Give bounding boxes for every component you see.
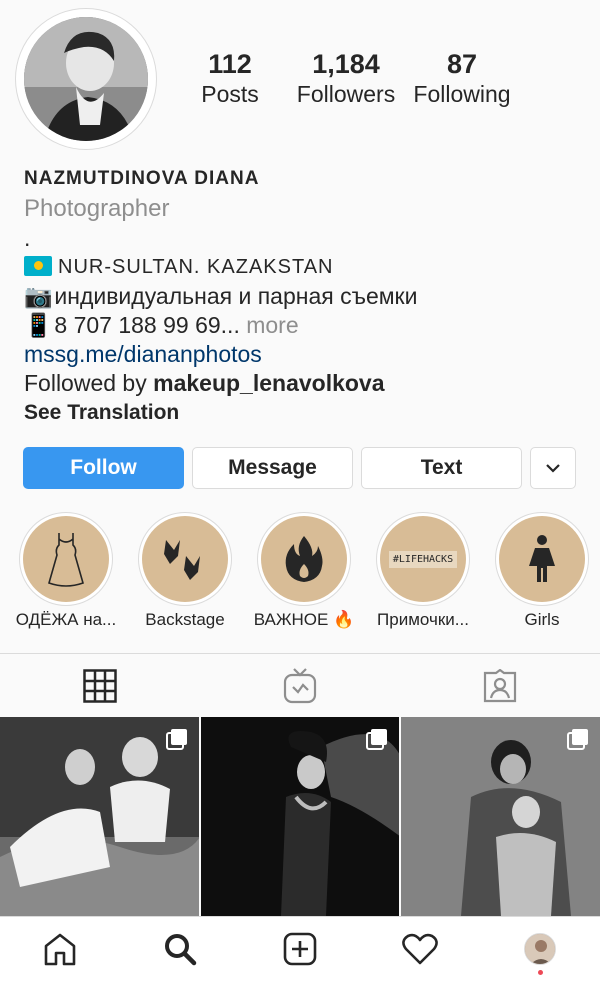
highlight-label: Girls: [524, 610, 560, 629]
nav-profile[interactable]: [480, 917, 600, 981]
highlight-label: Backstage: [145, 610, 225, 629]
nav-search[interactable]: [120, 917, 240, 981]
nav-activity[interactable]: [360, 917, 480, 981]
followers-label: Followers: [296, 81, 396, 107]
following-count: 87: [446, 49, 478, 79]
woman-icon: [529, 535, 555, 582]
fire-icon: [285, 536, 323, 582]
following-stat[interactable]: 87 Following: [412, 48, 512, 108]
multiple-posts-icon: [567, 729, 589, 750]
suggestions-dropdown-button[interactable]: [530, 447, 576, 489]
post-thumbnail[interactable]: [0, 717, 199, 916]
see-translation-link[interactable]: See Translation: [24, 398, 590, 427]
post-thumbnail[interactable]: [401, 717, 600, 916]
followers-stat[interactable]: 1,184 Followers: [280, 48, 412, 108]
igtv-icon: [283, 667, 317, 703]
grid-icon: [83, 668, 117, 703]
highlight-ring: [495, 512, 589, 606]
highlight-ring: [257, 512, 351, 606]
highlight-label: ВАЖНОЕ 🔥: [253, 610, 355, 629]
highlight-ring: [138, 512, 232, 606]
lifehacks-badge: #LIFEHACKS: [388, 550, 458, 568]
notification-dot: [538, 970, 543, 975]
nav-home[interactable]: [0, 917, 120, 981]
profile-stats: 112 Posts 1,184 Followers 87 Following: [180, 48, 600, 108]
bio-services: 📷 индивидуальная и парная съемки: [24, 282, 590, 311]
search-icon: [165, 934, 197, 966]
new-post-icon: [283, 932, 317, 966]
text-button[interactable]: Text: [361, 447, 522, 489]
dress-icon: [48, 533, 84, 587]
footprints-icon: [164, 540, 200, 580]
follow-button[interactable]: Follow: [23, 447, 184, 489]
highlight-label: Примочки...: [377, 610, 469, 629]
followers-count: 1,184: [312, 49, 380, 79]
highlight-item[interactable]: ВАЖНОЕ 🔥: [245, 512, 363, 630]
followed-by-prefix: Followed by: [24, 370, 154, 396]
services-text: индивидуальная и парная съемки: [54, 283, 418, 309]
highlight-ring: #LIFEHACKS: [376, 512, 470, 606]
tab-tagged[interactable]: [400, 654, 600, 717]
profile-category: Photographer: [24, 195, 170, 222]
posts-label: Posts: [201, 81, 259, 107]
profile-avatar[interactable]: [24, 17, 148, 141]
profile-tabs: [0, 653, 600, 717]
bio-location: NUR-SULTAN. KAZAKSTAN: [24, 253, 590, 282]
multiple-posts-icon: [165, 729, 187, 750]
posts-stat[interactable]: 112 Posts: [180, 48, 280, 108]
heart-icon: [402, 933, 438, 965]
highlight-item[interactable]: #LIFEHACKS Примочки...: [364, 512, 482, 630]
home-icon: [44, 933, 76, 966]
nav-profile-avatar: [524, 933, 556, 965]
profile-bio: NAZMUTDINOVA DIANA Photographer . NUR-SU…: [24, 164, 590, 427]
location-text: NUR-SULTAN. KAZAKSTAN: [58, 256, 334, 278]
bio-dot: .: [24, 225, 31, 251]
post-thumbnail[interactable]: [200, 717, 400, 916]
more-link[interactable]: more: [246, 312, 298, 338]
profile-avatar-ring[interactable]: [15, 8, 157, 150]
multiple-posts-icon: [366, 729, 388, 750]
highlight-label: ОДЁЖА на...: [15, 610, 117, 629]
camera-icon: 📷: [24, 283, 53, 309]
highlight-item[interactable]: ОДЁЖА на...: [7, 512, 125, 630]
following-label: Following: [413, 81, 511, 107]
followed-by[interactable]: Followed by makeup_lenavolkova: [24, 369, 590, 398]
highlight-item[interactable]: Backstage: [126, 512, 244, 630]
highlight-item[interactable]: Girls: [483, 512, 600, 630]
message-button[interactable]: Message: [192, 447, 353, 489]
bottom-navigation: [0, 916, 600, 981]
posts-grid: [0, 717, 600, 916]
bio-phone: 📱 8 707 188 99 69... more: [24, 311, 590, 340]
tab-igtv[interactable]: [200, 654, 400, 717]
phone-text: 8 707 188 99 69: [54, 312, 221, 338]
ellipsis: ...: [220, 312, 240, 338]
kazakhstan-flag-icon: [24, 256, 52, 276]
highlight-ring: [19, 512, 113, 606]
chevron-down-icon: [546, 464, 560, 473]
nav-new-post[interactable]: [240, 917, 360, 981]
followed-by-user[interactable]: makeup_lenavolkova: [153, 370, 384, 396]
posts-count: 112: [208, 49, 252, 79]
bio-website-link[interactable]: mssg.me/diananphotos: [24, 340, 590, 369]
phone-icon: 📱: [24, 312, 53, 338]
profile-name: NAZMUTDINOVA DIANA: [24, 168, 260, 189]
tagged-icon: [483, 668, 517, 702]
tab-grid[interactable]: [0, 654, 200, 717]
